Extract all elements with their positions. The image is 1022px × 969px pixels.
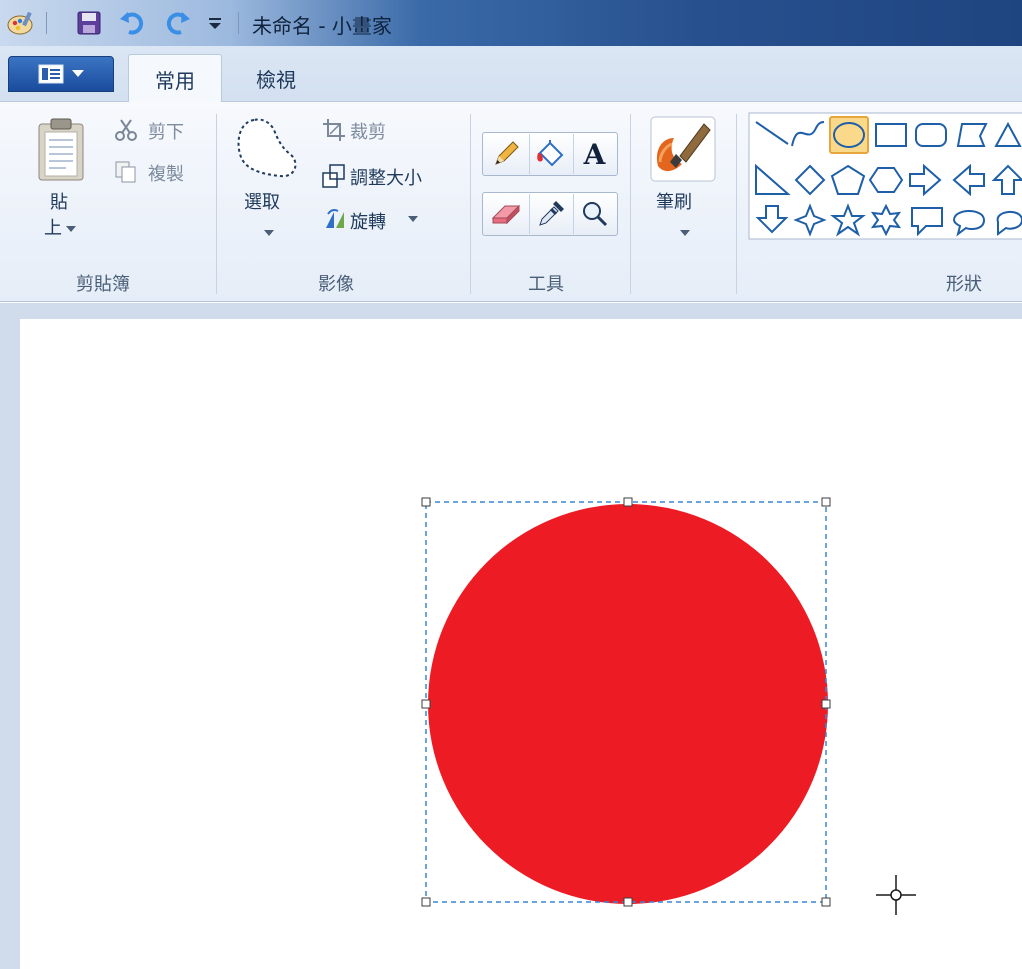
paste-icon xyxy=(38,118,84,181)
quick-access-separator xyxy=(46,12,47,34)
copy-icon xyxy=(115,161,136,183)
pencil-icon xyxy=(495,141,519,165)
rotate-icon xyxy=(326,209,344,228)
rotate-button[interactable]: 旋轉 xyxy=(350,208,386,234)
undo-icon[interactable] xyxy=(118,9,148,37)
brushes-button[interactable]: 筆刷 xyxy=(656,188,692,214)
tab-view[interactable]: 檢視 xyxy=(230,54,322,103)
group-divider xyxy=(216,114,217,294)
copy-button[interactable]: 複製 xyxy=(148,160,184,186)
color-picker-icon xyxy=(538,201,564,226)
paste-chevron-down-icon[interactable] xyxy=(66,226,76,233)
shapes-gallery[interactable] xyxy=(748,112,1022,240)
resize-icon xyxy=(322,164,345,188)
cut-button[interactable]: 剪下 xyxy=(148,118,184,144)
paste-label[interactable]: 貼 xyxy=(50,188,68,214)
title-bar: 未命名 - 小畫家 xyxy=(0,0,1022,46)
eraser-tool[interactable] xyxy=(485,194,527,234)
handle-left[interactable] xyxy=(421,699,431,709)
scissors-icon xyxy=(115,119,137,141)
handle-right[interactable] xyxy=(821,699,831,709)
text-tool[interactable]: A xyxy=(573,134,615,174)
brush-icon[interactable] xyxy=(650,116,716,182)
magnifier-icon xyxy=(582,202,607,227)
tools-group-label: 工具 xyxy=(528,274,564,295)
magnifier-tool[interactable] xyxy=(573,194,615,234)
group-divider xyxy=(630,114,631,294)
handle-bottom[interactable] xyxy=(623,897,633,907)
handle-top[interactable] xyxy=(623,497,633,507)
window-title: 未命名 - 小畫家 xyxy=(252,14,392,38)
chevron-down-icon xyxy=(72,70,84,77)
select-icon[interactable] xyxy=(234,116,300,182)
save-icon[interactable] xyxy=(74,9,104,37)
fill-icon xyxy=(536,140,563,167)
crop-button[interactable]: 裁剪 xyxy=(350,118,386,144)
drawing-canvas[interactable] xyxy=(20,319,1022,969)
rotate-chevron-down-icon[interactable] xyxy=(408,216,418,223)
handle-top-right[interactable] xyxy=(821,497,831,507)
shapes-group-label: 形狀 xyxy=(946,274,982,295)
customize-dropdown-icon[interactable] xyxy=(206,9,224,37)
ribbon-tab-row: 常用 檢視 xyxy=(0,46,1022,103)
handle-bottom-right[interactable] xyxy=(821,897,831,907)
color-picker-tool[interactable] xyxy=(529,194,571,234)
resize-button[interactable]: 調整大小 xyxy=(350,164,422,190)
workspace xyxy=(0,303,1022,969)
image-group-label: 影像 xyxy=(318,274,354,295)
tools-row-bottom xyxy=(482,192,618,236)
tab-home[interactable]: 常用 xyxy=(128,54,222,103)
application-menu-button[interactable] xyxy=(8,56,114,92)
red-circle-shape[interactable] xyxy=(428,504,828,904)
paste-dropdown-label[interactable]: 上 xyxy=(44,214,62,240)
brushes-chevron-down-icon[interactable] xyxy=(680,230,690,237)
group-divider xyxy=(736,114,737,294)
crosshair-cursor-icon xyxy=(876,875,916,915)
menu-icon xyxy=(38,64,64,84)
select-button[interactable]: 選取 xyxy=(244,188,280,214)
tools-row-top: A xyxy=(482,132,618,176)
select-chevron-down-icon[interactable] xyxy=(264,230,274,237)
pencil-tool[interactable] xyxy=(485,134,527,174)
paste-button[interactable] xyxy=(36,118,86,186)
clipboard-group-label: 剪貼簿 xyxy=(76,274,130,295)
group-divider xyxy=(470,114,471,294)
crop-icon xyxy=(323,119,345,141)
redo-icon[interactable] xyxy=(162,9,192,37)
handle-bottom-left[interactable] xyxy=(421,897,431,907)
eraser-icon xyxy=(491,204,521,225)
handle-top-left[interactable] xyxy=(421,497,431,507)
paint-app-icon[interactable] xyxy=(4,9,38,37)
fill-tool[interactable] xyxy=(529,134,571,174)
canvas-drawing xyxy=(421,497,916,915)
ribbon: 貼 上 剪下 複製 剪貼簿 選取 裁剪 調整大小 旋轉 影像 A 工具 筆刷 形… xyxy=(0,102,1022,302)
title-separator xyxy=(238,12,239,34)
